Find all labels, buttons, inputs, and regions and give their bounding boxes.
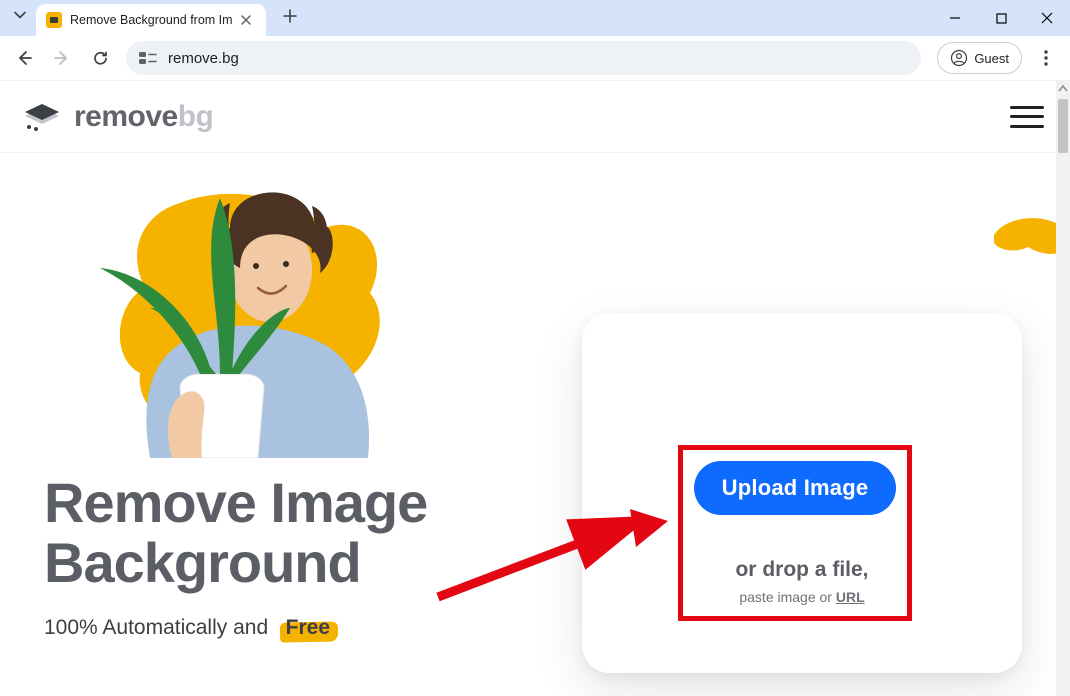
minimize-icon: [949, 12, 961, 24]
scrollbar-thumb[interactable]: [1058, 99, 1068, 153]
drop-file-text: or drop a file,: [582, 558, 1022, 582]
logo-text-bg: bg: [178, 100, 214, 133]
user-icon: [950, 49, 968, 67]
scroll-up-button[interactable]: [1056, 84, 1070, 94]
new-tab-button[interactable]: [276, 2, 304, 30]
browser-tab[interactable]: Remove Background from Im: [36, 4, 266, 36]
nav-forward-button[interactable]: [46, 42, 78, 74]
hero-headline-line2: Background: [44, 531, 361, 594]
tab-close-button[interactable]: [238, 12, 254, 28]
site-logo[interactable]: removebg: [22, 100, 213, 134]
tab-search-dropdown[interactable]: [8, 3, 32, 27]
kebab-icon: [1044, 50, 1048, 66]
address-bar-url: remove.bg: [168, 50, 239, 67]
chevron-down-icon: [14, 9, 26, 21]
tab-title: Remove Background from Im: [70, 13, 232, 27]
maximize-icon: [996, 13, 1007, 24]
hero-subline: 100% Automatically and Free: [44, 616, 427, 640]
free-badge: Free: [286, 616, 330, 640]
hamburger-icon: [1010, 106, 1044, 109]
window-maximize-button[interactable]: [978, 0, 1024, 36]
reload-icon: [92, 50, 109, 67]
profile-label: Guest: [974, 51, 1009, 66]
hero-subline-prefix: 100% Automatically and: [44, 616, 268, 639]
close-icon: [241, 15, 251, 25]
browser-toolbar: remove.bg Guest: [0, 36, 1070, 80]
page-viewport: removebg: [0, 80, 1070, 696]
site-header: removebg: [0, 81, 1070, 153]
paste-url-link[interactable]: URL: [836, 589, 865, 605]
favicon-icon: [46, 12, 62, 28]
page-scrollbar[interactable]: [1056, 81, 1070, 696]
hero-person-image: [80, 158, 400, 458]
logo-text-remove: remove: [74, 100, 178, 133]
window-minimize-button[interactable]: [932, 0, 978, 36]
site-settings-icon[interactable]: [138, 48, 158, 68]
nav-back-button[interactable]: [8, 42, 40, 74]
nav-reload-button[interactable]: [84, 42, 116, 74]
chevron-up-icon: [1058, 84, 1068, 94]
arrow-left-icon: [15, 49, 33, 67]
paste-hint: paste image or URL: [582, 589, 1022, 605]
browser-titlebar: Remove Background from Im: [0, 0, 1070, 36]
browser-menu-button[interactable]: [1030, 42, 1062, 74]
logo-mark-icon: [22, 102, 62, 132]
window-close-button[interactable]: [1024, 0, 1070, 36]
menu-button[interactable]: [1010, 106, 1044, 128]
arrow-right-icon: [53, 49, 71, 67]
window-controls: [932, 0, 1070, 36]
paste-hint-prefix: paste image or: [739, 589, 836, 605]
hero-headline-line1: Remove Image: [44, 471, 427, 534]
plus-icon: [283, 9, 297, 23]
hero-headline: Remove Image Background: [44, 473, 427, 594]
address-bar[interactable]: remove.bg: [126, 41, 921, 75]
logo-text: removebg: [74, 100, 213, 134]
close-icon: [1041, 12, 1053, 24]
free-badge-text: Free: [286, 616, 330, 639]
upload-image-button[interactable]: Upload Image: [694, 461, 896, 515]
profile-guest-chip[interactable]: Guest: [937, 42, 1022, 74]
upload-card[interactable]: Upload Image or drop a file, paste image…: [582, 313, 1022, 673]
hero-section: Remove Image Background 100% Automatical…: [0, 153, 1070, 640]
